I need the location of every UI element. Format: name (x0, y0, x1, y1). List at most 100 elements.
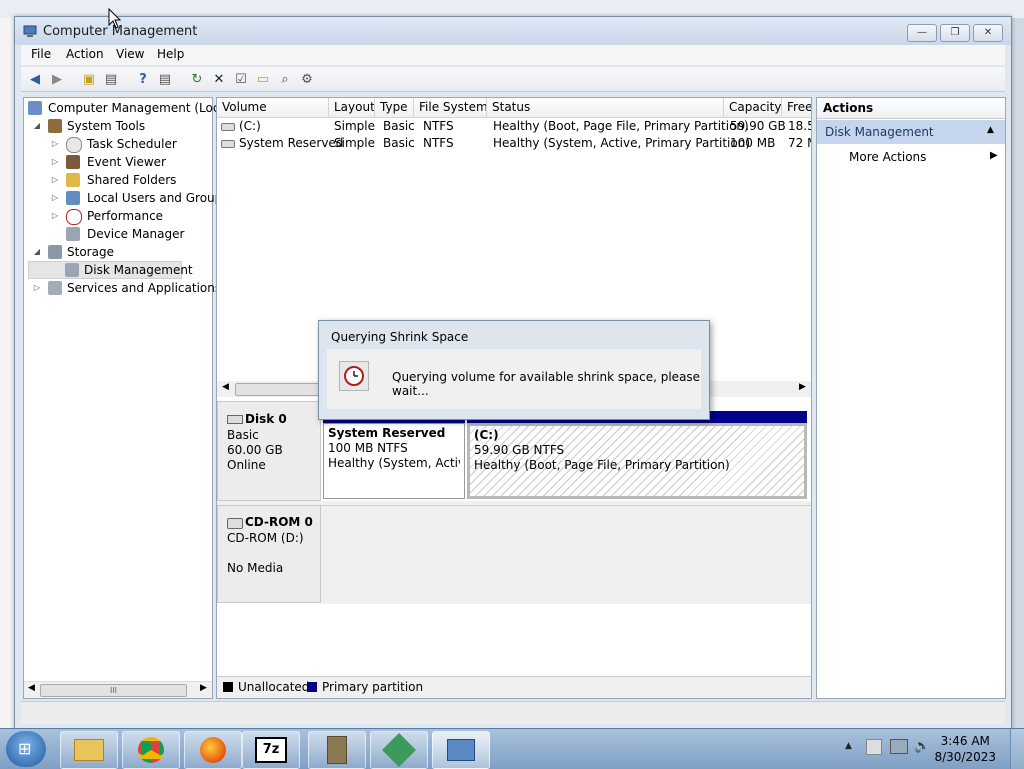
show-desktop-button[interactable] (1010, 729, 1024, 769)
close-button[interactable]: ✕ (973, 24, 1003, 42)
collapsed-arrow-icon[interactable]: ▷ (50, 153, 60, 171)
taskbar-chrome[interactable] (122, 731, 180, 769)
volume-drive-icon (221, 140, 235, 148)
toolbar: ◀ ▶ ▣ ▤ ? ▤ ↻ ✕ ☑ ▭ ⌕ ⚙ (21, 67, 1005, 92)
cdrom-drive: CD-ROM (D:) (227, 531, 304, 545)
tree-item-label: Event Viewer (87, 155, 166, 169)
expanded-arrow-icon[interactable]: ◢ (32, 243, 42, 261)
system-clock[interactable]: 3:46 AM 8/30/2023 (934, 733, 996, 765)
disk-management-icon (65, 263, 79, 277)
more-actions-label: More Actions (849, 150, 927, 164)
back-icon[interactable]: ◀ (26, 70, 44, 88)
menu-file[interactable]: File (31, 47, 51, 61)
search-icon[interactable]: ⌕ (276, 70, 294, 88)
cdrom-partition-area[interactable] (321, 505, 811, 604)
cdrom0-info[interactable]: CD-ROM 0 CD-ROM (D:) No Media (217, 505, 321, 603)
volume-muted-icon[interactable]: 🔈 (914, 739, 930, 754)
storage-icon (48, 245, 62, 259)
cell-status: Healthy (System, Active, Primary Partiti… (493, 136, 751, 150)
column-status[interactable]: Status (487, 98, 724, 117)
disk0-type: Basic (227, 428, 259, 442)
tree-item-label: Device Manager (87, 227, 185, 241)
show-hide-tree-icon[interactable]: ▤ (102, 70, 120, 88)
column-type[interactable]: Type (375, 98, 414, 117)
volume-drive-icon (221, 123, 235, 131)
cell-volume: System Reserved (239, 136, 344, 150)
tree-item-disk-management[interactable]: Disk Management (28, 261, 193, 279)
scroll-left-icon[interactable]: ◀ (222, 382, 229, 392)
partition-system-reserved[interactable]: System Reserved 100 MB NTFS Healthy (Sys… (323, 423, 465, 499)
delete-icon[interactable]: ✕ (210, 70, 228, 88)
primary-partition-swatch (307, 682, 317, 692)
up-folder-icon[interactable]: ▣ (80, 70, 98, 88)
open-folder-icon[interactable]: ▭ (254, 70, 272, 88)
action-center-icon[interactable] (866, 739, 882, 755)
taskbar-explorer[interactable] (60, 731, 118, 769)
clock-icon (339, 361, 369, 391)
expanded-arrow-icon[interactable]: ◢ (32, 117, 42, 135)
mouse-cursor-icon (108, 8, 122, 29)
scroll-left-icon[interactable]: ◀ (28, 683, 35, 693)
disk-icon (227, 415, 243, 424)
scroll-thumb[interactable] (235, 383, 327, 396)
minimize-button[interactable]: — (907, 24, 937, 42)
collapsed-arrow-icon[interactable]: ▷ (50, 189, 60, 207)
taskbar-firefox[interactable] (184, 731, 242, 769)
table-row[interactable]: (C:) Simple Basic NTFS Healthy (Boot, Pa… (217, 118, 811, 135)
close-icon: ✕ (983, 27, 993, 38)
menu-help[interactable]: Help (157, 47, 184, 61)
submenu-arrow-icon: ▶ (990, 150, 998, 161)
collapse-arrow-icon[interactable]: ▲ (987, 125, 994, 135)
title-bar[interactable]: Computer Management — ❐ ✕ (15, 17, 1011, 45)
partition-c-drive[interactable]: (C:) 59.90 GB NTFS Healthy (Boot, Page F… (467, 423, 807, 499)
show-hide-action-pane-icon[interactable]: ▤ (156, 70, 174, 88)
computer-icon (28, 101, 42, 115)
column-capacity[interactable]: Capacity (724, 98, 782, 117)
cell-volume: (C:) (239, 119, 261, 133)
scroll-right-icon[interactable]: ▶ (200, 683, 207, 693)
tree-item-label: Task Scheduler (87, 137, 177, 151)
scroll-right-icon[interactable]: ▶ (799, 382, 806, 392)
maximize-icon: ❐ (950, 27, 960, 38)
settings-icon[interactable]: ⚙ (298, 70, 316, 88)
table-row[interactable]: System Reserved Simple Basic NTFS Health… (217, 135, 811, 152)
start-button[interactable]: ⊞ (6, 731, 46, 767)
cdrom-name: CD-ROM 0 (245, 515, 313, 529)
show-hidden-icons-icon[interactable]: ▲ (845, 741, 852, 751)
cell-free: 72 M (788, 136, 811, 150)
package-icon (382, 733, 416, 767)
tree-horizontal-scrollbar[interactable]: ◀ III ▶ (24, 681, 212, 698)
computer-management-icon (447, 739, 475, 761)
help-icon[interactable]: ? (134, 70, 152, 88)
users-icon (66, 191, 80, 205)
collapsed-arrow-icon[interactable]: ▷ (50, 135, 60, 153)
collapsed-arrow-icon[interactable]: ▷ (32, 279, 42, 297)
scroll-thumb[interactable]: III (40, 684, 187, 697)
clock-time: 3:46 AM (940, 734, 990, 748)
taskbar-archive[interactable] (308, 731, 366, 769)
column-file-system[interactable]: File System (414, 98, 487, 117)
actions-title: Actions (823, 101, 874, 115)
properties-icon[interactable]: ☑ (232, 70, 250, 88)
taskbar-package[interactable] (370, 731, 428, 769)
collapsed-arrow-icon[interactable]: ▷ (50, 207, 60, 225)
menu-action[interactable]: Action (66, 47, 104, 61)
menu-view[interactable]: View (116, 47, 144, 61)
network-icon[interactable] (890, 739, 908, 754)
collapsed-arrow-icon[interactable]: ▷ (50, 171, 60, 189)
taskbar-7zip[interactable]: 7z (242, 731, 300, 769)
column-volume[interactable]: Volume (217, 98, 329, 117)
taskbar-computer-management[interactable] (432, 731, 490, 769)
forward-icon[interactable]: ▶ (48, 70, 66, 88)
querying-shrink-space-dialog: Querying Shrink Space Querying volume fo… (318, 320, 710, 420)
disk0-info[interactable]: Disk 0 Basic 60.00 GB Online (217, 401, 321, 501)
action-more-actions[interactable]: More Actions ▶ (817, 146, 1005, 168)
actions-section-disk-management[interactable]: Disk Management ▲ (817, 120, 1005, 144)
cell-capacity: 100 MB (730, 136, 776, 150)
refresh-icon[interactable]: ↻ (188, 70, 206, 88)
column-free[interactable]: Free (782, 98, 811, 117)
maximize-button[interactable]: ❐ (940, 24, 970, 42)
column-layout[interactable]: Layout (329, 98, 375, 117)
tree-item-label: Computer Management (Local (48, 101, 231, 115)
disk0-state: Online (227, 458, 266, 472)
